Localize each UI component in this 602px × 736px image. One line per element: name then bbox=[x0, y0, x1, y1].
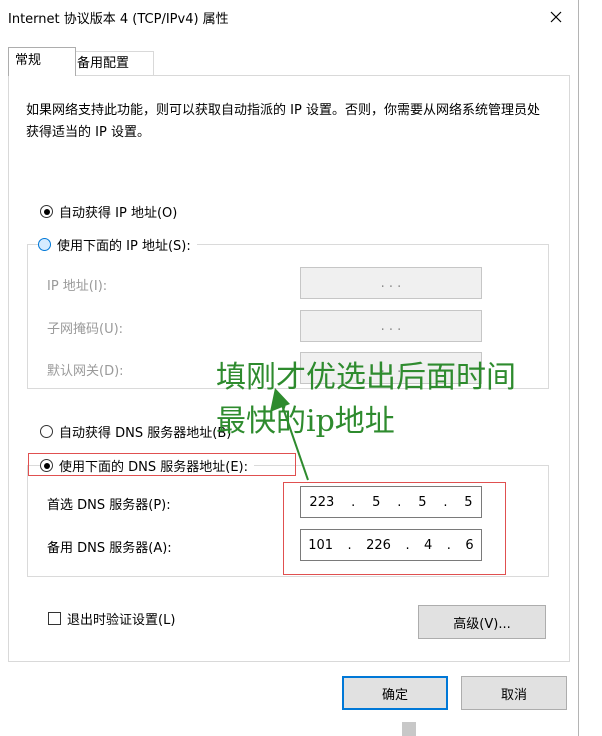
annotation-line-2: 最快的ip地址 bbox=[216, 404, 395, 439]
annotation-line-1: 填刚才优选出后面时间 bbox=[216, 360, 516, 395]
